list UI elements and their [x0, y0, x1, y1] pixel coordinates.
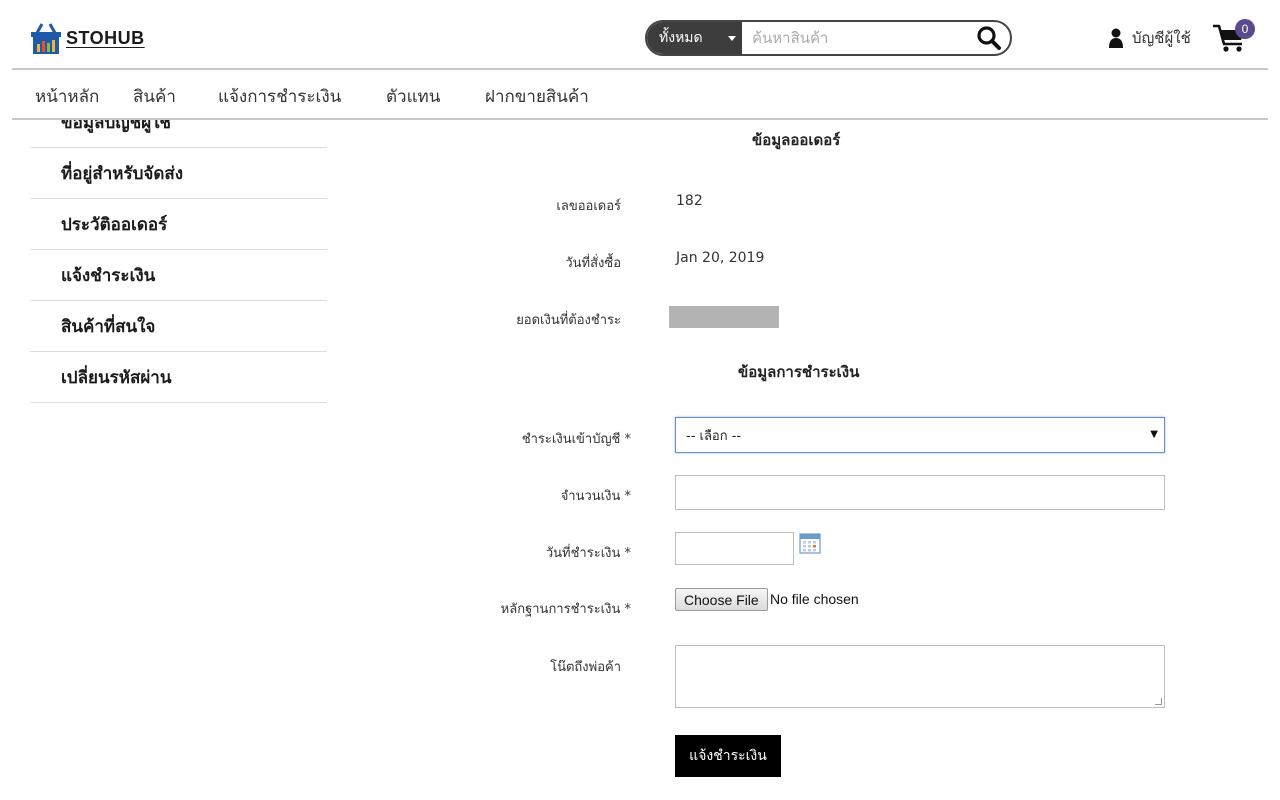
account-sidebar: ข้อมูลบัญชีผู้ใช้ ที่อยู่สำหรับจัดส่ง ปร…	[30, 97, 327, 403]
user-icon	[1109, 28, 1123, 48]
shopping-basket-logo-icon	[31, 23, 61, 54]
cart-count-badge: 0	[1235, 19, 1255, 39]
search-bar: ทั้งหมด	[645, 20, 1012, 56]
search-category-dropdown[interactable]: ทั้งหมด	[647, 22, 742, 54]
logo-text: STOHUB	[66, 27, 145, 48]
site-logo[interactable]: STOHUB	[30, 20, 145, 56]
sidebar-item-shipping-address[interactable]: ที่อยู่สำหรับจัดส่ง	[30, 148, 327, 199]
choose-file-button[interactable]: Choose File	[675, 588, 768, 611]
nav-item-consignment[interactable]: ฝากขายสินค้า	[485, 83, 589, 110]
sidebar-item-payment-notify[interactable]: แจ้งชำระเงิน	[30, 250, 327, 301]
order-number-label: เลขออเดอร์	[556, 199, 621, 214]
note-label: โน๊ตถึงพ่อค้า	[550, 660, 621, 675]
amount-due-redacted	[669, 306, 779, 328]
file-status-text: No file chosen	[770, 591, 859, 607]
search-input[interactable]	[742, 22, 968, 54]
order-date-value: Jan 20, 2019	[676, 250, 765, 266]
sidebar-item-change-password[interactable]: เปลี่ยนรหัสผ่าน	[30, 352, 327, 403]
amount-input[interactable]	[675, 475, 1165, 510]
account-link[interactable]: บัญชีผู้ใช้	[1108, 26, 1191, 50]
submit-payment-button[interactable]: แจ้งชำระเงิน	[675, 735, 781, 777]
sidebar-item-label: สินค้าที่สนใจ	[61, 316, 156, 337]
dropdown-arrow-icon: ▼	[1150, 429, 1158, 440]
nav-item-home[interactable]: หน้าหลัก	[35, 83, 99, 110]
pay-date-input[interactable]	[675, 532, 794, 565]
payment-info-title: ข้อมูลการชำระเงิน	[738, 363, 860, 381]
amount-label: จำนวนเงิน *	[560, 489, 631, 504]
proof-label: หลักฐานการชำระเงิน *	[500, 602, 631, 617]
note-textarea[interactable]	[675, 645, 1165, 708]
sidebar-item-label: แจ้งชำระเงิน	[61, 265, 156, 286]
search-button[interactable]	[968, 22, 1010, 54]
search-category-label: ทั้งหมด	[659, 30, 703, 46]
sidebar-item-wishlist[interactable]: สินค้าที่สนใจ	[30, 301, 327, 352]
pay-account-label: ชำระเงินเข้าบัญชี *	[521, 432, 631, 447]
order-date-label: วันที่สั่งซื้อ	[565, 256, 621, 271]
amount-due-label: ยอดเงินที่ต้องชำระ	[516, 313, 621, 328]
cart-button[interactable]: 0	[1212, 19, 1258, 56]
order-number-value: 182	[676, 193, 703, 209]
nav-item-products[interactable]: สินค้า	[133, 83, 176, 110]
sidebar-item-label: ประวัติออเดอร์	[61, 214, 168, 235]
caret-down-icon	[728, 36, 736, 41]
order-info-title: ข้อมูลออเดอร์	[752, 131, 841, 149]
site-header: STOHUB ทั้งหมด บัญชีผู้ใช้ 0	[0, 0, 1280, 70]
pay-date-label: วันที่ชำระเงิน *	[545, 546, 631, 561]
pay-account-selected: -- เลือก --	[686, 428, 742, 444]
search-icon	[977, 26, 1001, 50]
sidebar-item-label: เปลี่ยนรหัสผ่าน	[61, 367, 172, 388]
main-nav: หน้าหลัก สินค้า แจ้งการชำระเงิน ตัวแทน ฝ…	[0, 70, 1280, 118]
resize-handle-icon[interactable]	[1155, 698, 1162, 705]
nav-divider	[12, 118, 1268, 120]
calendar-icon[interactable]	[799, 532, 821, 554]
sidebar-item-order-history[interactable]: ประวัติออเดอร์	[30, 199, 327, 250]
account-label: บัญชีผู้ใช้	[1132, 29, 1191, 47]
pay-account-select[interactable]: -- เลือก -- ▼	[675, 417, 1165, 453]
nav-item-payment-notify[interactable]: แจ้งการชำระเงิน	[218, 83, 341, 110]
nav-item-agents[interactable]: ตัวแทน	[386, 83, 440, 110]
sidebar-item-label: ที่อยู่สำหรับจัดส่ง	[61, 163, 184, 184]
